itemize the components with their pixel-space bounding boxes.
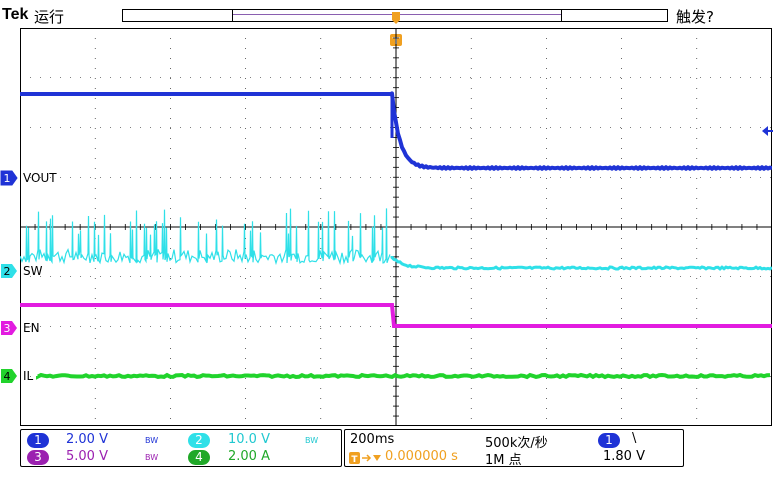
svg-text:1: 1 <box>4 172 11 185</box>
ch3-label: EN <box>23 321 40 335</box>
trigger-level: 1.80 V <box>603 449 645 464</box>
graticule <box>20 28 772 426</box>
trigger-position-value: 0.000000 s <box>385 449 458 464</box>
ch1-marker[interactable]: 1 <box>0 170 18 186</box>
ch2-badge[interactable]: 2 <box>188 433 210 448</box>
horizontal-trigger-readout-panel[interactable]: 200ms 500k次/秒 1 \ T 0.000000 s 1M 点 1.80… <box>344 429 684 468</box>
ch3-marker[interactable]: 3 <box>0 320 18 336</box>
svg-text:4: 4 <box>4 370 11 383</box>
trigger-slope-icon: \ <box>632 431 637 446</box>
trigger-pointer-icon <box>392 12 400 24</box>
channel-readout-panel[interactable]: 1 2.00 V BW 2 10.0 V BW 3 5.00 V BW 4 2.… <box>20 429 342 467</box>
trigger-delay-icon: T <box>349 452 381 465</box>
ch3-badge[interactable]: 3 <box>27 450 49 465</box>
trigger-source-badge[interactable]: 1 <box>598 433 620 448</box>
ch2-marker[interactable]: 2 <box>0 263 18 279</box>
svg-text:T: T <box>351 455 358 465</box>
ch2-label: SW <box>23 264 43 278</box>
ch1-badge[interactable]: 1 <box>27 433 49 448</box>
brand-logo: Tek <box>2 6 29 23</box>
ch3-bandwidth-limit: BW <box>145 453 159 462</box>
ch4-label: IL <box>23 369 34 383</box>
timebase-value[interactable]: 200ms <box>350 432 394 447</box>
ch2-scale: 10.0 V <box>228 432 270 447</box>
ch4-scale: 2.00 A <box>228 449 270 464</box>
ch1-scale: 2.00 V <box>66 432 108 447</box>
trigger-state: 触发? <box>676 8 714 26</box>
waveform-display[interactable] <box>20 28 772 426</box>
ch1-bandwidth-limit: BW <box>145 436 159 445</box>
ch4-marker[interactable]: 4 <box>0 368 18 384</box>
record-length: 1M 点 <box>485 453 522 468</box>
svg-text:3: 3 <box>4 322 11 335</box>
ch4-badge[interactable]: 4 <box>188 450 210 465</box>
trigger-level-arrow-icon[interactable] <box>760 124 774 138</box>
run-status: 运行 <box>34 8 65 26</box>
ch1-label: VOUT <box>23 171 57 185</box>
ch3-scale: 5.00 V <box>66 449 108 464</box>
ch2-bandwidth-limit: BW <box>305 436 319 445</box>
svg-text:2: 2 <box>4 265 11 278</box>
